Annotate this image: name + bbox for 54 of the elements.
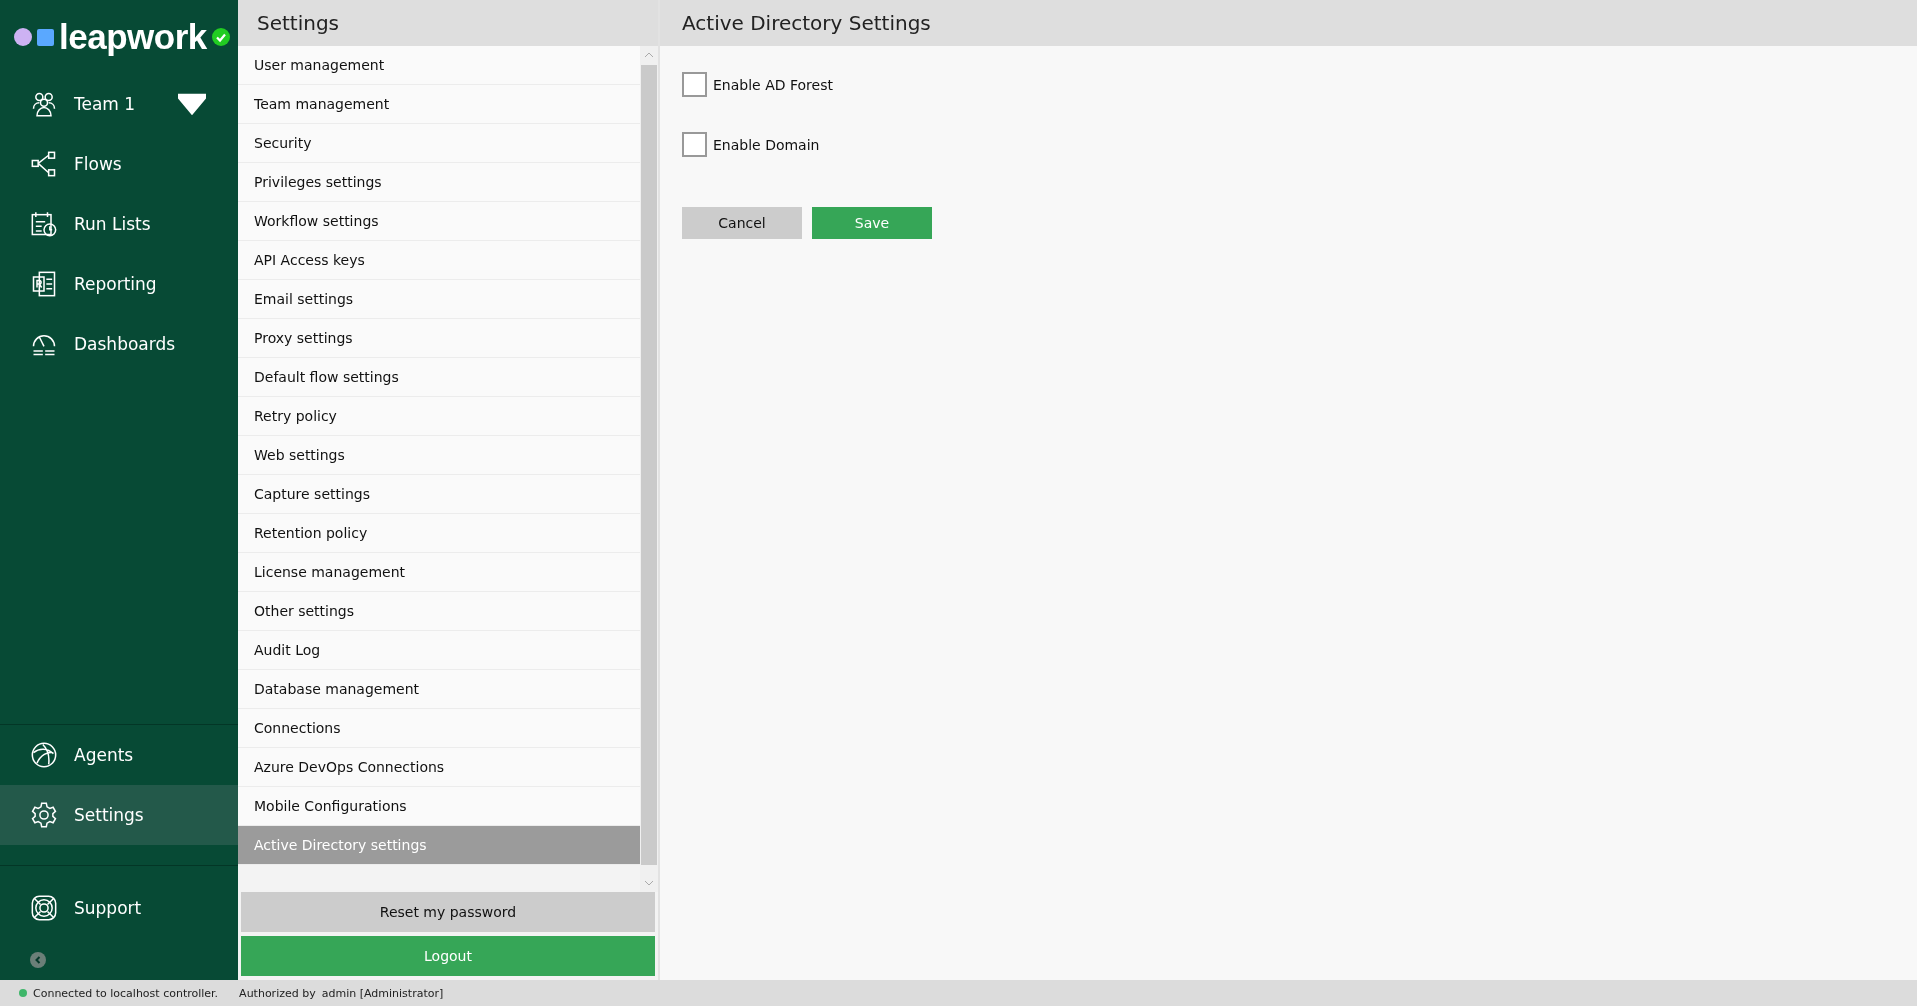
settings-icon [30,801,58,829]
settings-menu-item[interactable]: User management [238,46,640,85]
settings-menu-item[interactable]: Privileges settings [238,163,640,202]
nav-item[interactable]: Dashboards [0,314,238,374]
nav-item[interactable]: Settings [0,785,238,845]
nav-item[interactable]: Flows [0,134,238,194]
settings-menu-item[interactable]: Default flow settings [238,358,640,397]
settings-menu-item[interactable]: Retry policy [238,397,640,436]
lifebuoy-icon [30,894,58,922]
settings-menu-item[interactable]: Connections [238,709,640,748]
nav-item[interactable]: Agents [0,725,238,785]
logo-square-icon [37,28,54,46]
globe-icon [30,741,58,769]
settings-menu-item[interactable]: Other settings [238,592,640,631]
settings-menu-item[interactable]: API Access keys [238,241,640,280]
scroll-down-icon[interactable] [645,881,653,886]
checkbox[interactable] [682,132,707,157]
collapse-icon[interactable] [30,952,46,968]
page-title: Active Directory Settings [660,0,1917,46]
auth-label: Authorized by [239,986,316,1000]
team-selector[interactable]: Team 1 [0,74,238,134]
scroll-up-icon[interactable] [645,52,653,57]
settings-menu-item[interactable]: Database management [238,670,640,709]
report-icon [30,270,58,298]
menu-button[interactable]: Reset my password [241,892,655,932]
checkbox-label[interactable]: Enable Domain [713,136,820,153]
brand-logo: leapwork [59,17,207,57]
nav-item[interactable]: Run Lists [0,194,238,254]
settings-menu-item[interactable]: Team management [238,85,640,124]
settings-menu-item[interactable]: Web settings [238,436,640,475]
auth-user: admin [Administrator] [321,986,444,1000]
check-badge-icon [211,28,230,46]
checkbox[interactable] [682,72,707,97]
settings-menu-item[interactable]: Capture settings [238,475,640,514]
calendar-clock-icon [30,210,58,238]
settings-menu-item[interactable]: Proxy settings [238,319,640,358]
flow-diagram-icon [30,150,58,178]
connection-status: Connected to localhost controller. [33,986,219,1000]
settings-menu-item[interactable]: Workflow settings [238,202,640,241]
nav-item[interactable]: Support [0,878,238,938]
settings-menu-item[interactable]: Azure DevOps Connections [238,748,640,787]
settings-menu-item[interactable]: Security [238,124,640,163]
logo-circle-icon [14,28,32,46]
scrollbar-thumb[interactable] [641,65,657,865]
settings-menu-item[interactable]: License management [238,553,640,592]
checkbox-label[interactable]: Enable AD Forest [713,76,833,93]
people-icon [30,90,58,118]
settings-menu-item[interactable]: Mobile Configurations [238,787,640,826]
form-button[interactable]: Cancel [682,207,802,239]
settings-menu-item[interactable]: Retention policy [238,514,640,553]
settings-menu-item[interactable]: Audit Log [238,631,640,670]
nav-item[interactable]: Reporting [0,254,238,314]
settings-menu-item[interactable]: Email settings [238,280,640,319]
panel-title: Settings [238,0,658,46]
